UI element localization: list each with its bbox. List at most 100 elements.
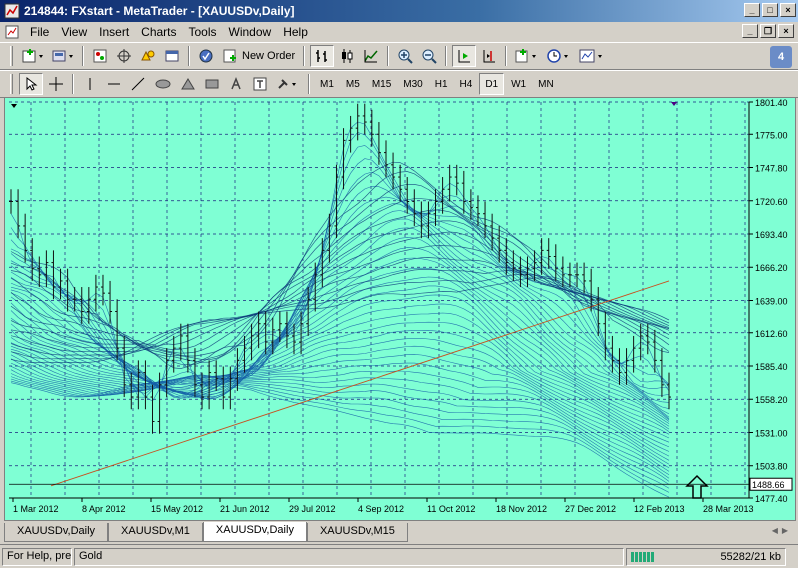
timeframe-mn[interactable]: MN [533,73,559,95]
trendline-button[interactable] [127,73,149,95]
status-traffic: 55282/21 kb [720,550,781,563]
toolbar-grip[interactable] [10,74,13,94]
navigator-button[interactable] [137,45,159,67]
crosshair-button[interactable] [45,73,67,95]
status-connection[interactable]: 55282/21 kb [626,547,786,566]
timeframe-m5[interactable]: M5 [341,73,365,95]
timeframe-d1[interactable]: D1 [479,73,505,95]
chart-tabs: XAUUSDv,Daily XAUUSDv,M1 XAUUSDv,Daily X… [4,522,796,542]
maximize-button[interactable]: □ [762,3,778,17]
menu-insert[interactable]: Insert [93,23,135,41]
mdi-restore-button[interactable]: ❐ [760,24,776,38]
candlestick-icon [342,49,353,63]
toolbar-separator [72,74,74,94]
bar-chart-button[interactable] [310,45,335,67]
text-button[interactable] [225,73,247,95]
price-label: 1775.00 [755,130,788,140]
status-bar: For Help, press F1 Gold 55282/21 kb [0,544,798,568]
toolbar-separator [308,74,310,94]
templates-button[interactable] [576,45,608,67]
toolbar-separator [505,46,508,66]
status-profile: Gold [74,547,624,566]
new-chart-button[interactable] [19,45,47,67]
tab-scroll-arrows[interactable]: ◀▶ [772,526,792,535]
cursor-icon [26,76,38,91]
mdi-close-button[interactable]: × [778,24,794,38]
metaeditor-button[interactable] [195,45,217,67]
new-order-button[interactable]: New Order [219,45,298,67]
date-label: 29 Jul 2012 [289,504,336,514]
title-bar: 214844: FXstart - MetaTrader - [XAUUSDv,… [0,0,798,22]
time-axis: 1 Mar 2012 8 Apr 2012 15 May 2012 21 Jun 20… [9,497,754,514]
date-label: 28 Mar 2013 [703,504,754,514]
minimize-button[interactable]: _ [744,3,760,17]
menu-window[interactable]: Window [223,23,278,41]
chart-shift-button[interactable] [478,45,500,67]
price-label: 1747.80 [755,164,788,174]
rectangle-icon [205,79,219,89]
arrows-button[interactable] [273,73,303,95]
profiles-button[interactable] [49,45,77,67]
toolbar-grip[interactable] [10,46,13,66]
date-label: 27 Dec 2012 [565,504,616,514]
chart-window[interactable]: 1801.40 1775.00 1747.80 1720.60 1693.40 1666.… [4,97,796,521]
cursor-button[interactable] [19,73,43,95]
close-button[interactable]: × [780,3,796,17]
data-window-button[interactable] [113,45,135,67]
candlestick-button[interactable] [336,45,358,67]
ellipse-icon [155,79,171,89]
periods-button[interactable] [544,45,574,67]
price-label: 1639.00 [755,296,788,306]
zoom-out-icon [422,49,437,64]
triangle-icon [181,78,195,90]
price-label: 1531.00 [755,428,788,438]
date-label: 8 Apr 2012 [82,504,126,514]
menu-tools[interactable]: Tools [183,23,223,41]
terminal-icon [165,50,179,62]
navigator-icon [141,50,155,61]
timeframe-m30[interactable]: M30 [398,73,427,95]
rectangle-button[interactable] [201,73,223,95]
price-chart[interactable]: 1801.40 1775.00 1747.80 1720.60 1693.40 1666.… [5,98,795,520]
line-chart-button[interactable] [360,45,382,67]
menu-help[interactable]: Help [277,23,314,41]
text-label-button[interactable] [249,73,271,95]
line-chart-icon [364,50,378,63]
indicators-icon [515,49,537,63]
new-order-label: New Order [242,50,296,62]
date-label: 4 Sep 2012 [358,504,404,514]
help-badge[interactable]: 4 [770,46,792,68]
price-label: 1693.40 [755,230,788,240]
timeframe-h4[interactable]: H4 [455,73,478,95]
terminal-button[interactable] [161,45,183,67]
horizontal-line-button[interactable] [103,73,125,95]
date-label: 12 Feb 2013 [634,504,685,514]
timeframe-h1[interactable]: H1 [430,73,453,95]
mdi-minimize-button[interactable]: _ [742,24,758,38]
tab-xauusdv-daily-1[interactable]: XAUUSDv,Daily [4,523,109,542]
arrows-icon [278,79,296,89]
menu-bar: File View Insert Charts Tools Window Hel… [0,22,798,42]
zoom-in-button[interactable] [394,45,416,67]
ellipse-button[interactable] [151,73,175,95]
vertical-line-button[interactable] [79,73,101,95]
clock-icon [547,49,569,63]
timeframe-m15[interactable]: M15 [367,73,396,95]
price-label: 1503.80 [755,462,788,472]
menu-file[interactable]: File [24,23,55,41]
triangle-button[interactable] [177,73,199,95]
crosshair-icon [117,49,131,63]
menu-view[interactable]: View [55,23,93,41]
timeframe-w1[interactable]: W1 [506,73,531,95]
price-label: 1801.40 [755,98,788,108]
standard-toolbar: New Order [0,42,798,70]
zoom-out-button[interactable] [418,45,440,67]
timeframe-m1[interactable]: M1 [315,73,339,95]
tab-xauusdv-m15[interactable]: XAUUSDv,M15 [306,523,408,542]
market-watch-button[interactable] [89,45,111,67]
tab-xauusdv-daily-active[interactable]: XAUUSDv,Daily [202,522,307,542]
auto-scroll-button[interactable] [452,45,477,67]
indicators-button[interactable] [512,45,542,67]
menu-charts[interactable]: Charts [135,23,182,41]
tab-xauusdv-m1[interactable]: XAUUSDv,M1 [108,523,203,542]
